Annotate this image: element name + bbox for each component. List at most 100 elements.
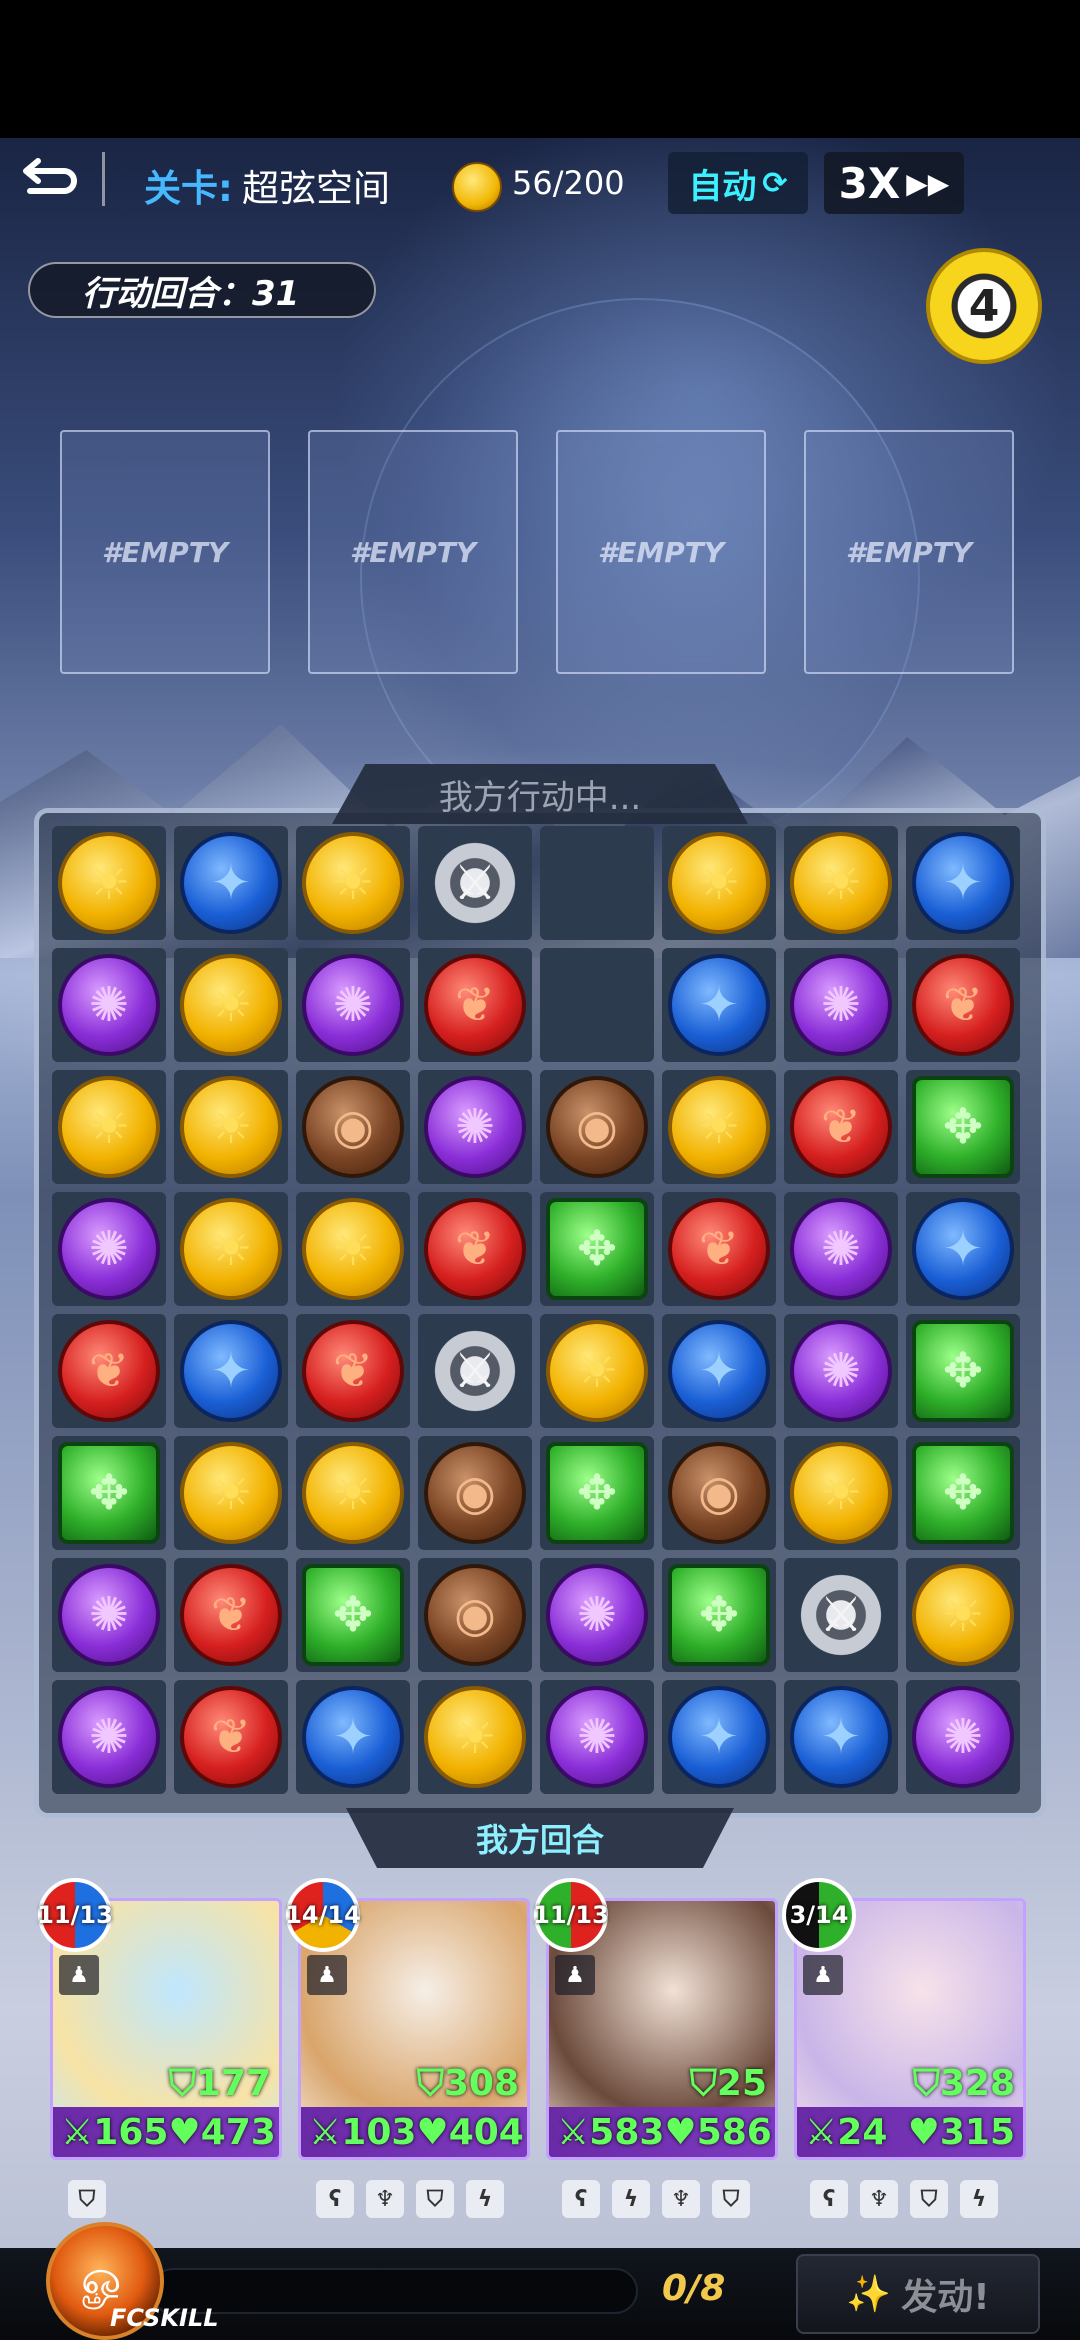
wind-gem-icon[interactable]: ✺: [302, 954, 404, 1056]
auto-label: 自动: [688, 166, 757, 207]
fc-skill-progress-bar: [150, 2268, 638, 2314]
wind-gem-icon[interactable]: ✺: [58, 1686, 160, 1788]
sun-gem-icon[interactable]: ☀: [58, 832, 160, 934]
wind-gem-icon[interactable]: ✺: [912, 1686, 1014, 1788]
hp-value: ♥473: [168, 2111, 276, 2153]
water-gem-icon[interactable]: ✦: [668, 1320, 770, 1422]
fire-gem-icon[interactable]: ❦: [302, 1320, 404, 1422]
wind-gem-icon[interactable]: ✺: [58, 954, 160, 1056]
sun-gem-icon[interactable]: ☀: [668, 1076, 770, 1178]
sun-gem-icon[interactable]: ☀: [180, 954, 282, 1056]
leaf-gem-icon[interactable]: ✥: [302, 1564, 404, 1666]
leaf-gem-icon[interactable]: ✥: [58, 1442, 160, 1544]
sun-gem-icon[interactable]: ☀: [180, 1442, 282, 1544]
sun-gem-icon[interactable]: ☀: [302, 1442, 404, 1544]
wind-gem-icon[interactable]: ✺: [790, 954, 892, 1056]
leaf-gem-icon[interactable]: ✥: [912, 1442, 1014, 1544]
fast-forward-icon: ▶▶: [906, 166, 950, 200]
empty-slot-3[interactable]: #EMPTY: [556, 430, 766, 674]
coin-count: 56/200: [512, 164, 625, 202]
sun-gem-icon[interactable]: ☀: [668, 832, 770, 934]
role-icon: ♟: [803, 1955, 843, 1995]
sun-gem-icon[interactable]: ☀: [546, 1320, 648, 1422]
shield-icon: ⛉: [712, 2180, 750, 2218]
wind-gem-icon[interactable]: ✺: [58, 1564, 160, 1666]
back-button[interactable]: [20, 150, 88, 210]
fire-gem-icon[interactable]: ❦: [424, 1198, 526, 1300]
leaf-gem-icon[interactable]: ✥: [546, 1442, 648, 1544]
water-gem-icon[interactable]: ✦: [180, 832, 282, 934]
sun-gem-icon[interactable]: ☀: [302, 832, 404, 934]
leaf-gem-icon[interactable]: ✥: [668, 1564, 770, 1666]
sun-gem-icon[interactable]: ☀: [790, 832, 892, 934]
empty-slot-2[interactable]: #EMPTY: [308, 430, 518, 674]
fire-gem-icon[interactable]: ❦: [424, 954, 526, 1056]
board-cell[interactable]: [540, 948, 654, 1062]
role-icon: ♟: [59, 1955, 99, 1995]
attack-value: ⚔583: [557, 2111, 665, 2153]
role-icon: ♟: [307, 1955, 347, 1995]
attack-value: ⚔165: [61, 2111, 169, 2153]
fire-gem-icon[interactable]: ❦: [912, 954, 1014, 1056]
launch-button[interactable]: ✨ 发动!: [796, 2254, 1040, 2334]
launch-label: 发动!: [901, 2277, 990, 2318]
board-cell[interactable]: [540, 826, 654, 940]
wind-gem-icon[interactable]: ✺: [546, 1564, 648, 1666]
sword-gem-icon[interactable]: ⚔: [424, 832, 526, 934]
back-arrow-icon: [23, 158, 77, 194]
fire-gem-icon[interactable]: ❦: [180, 1686, 282, 1788]
water-gem-icon[interactable]: ✦: [668, 1686, 770, 1788]
fc-skill-label: FCSKILL: [110, 2304, 219, 2332]
leaf-gem-icon[interactable]: ✥: [912, 1320, 1014, 1422]
sun-gem-icon[interactable]: ☀: [180, 1076, 282, 1178]
sword-gem-icon[interactable]: ⚔: [424, 1320, 526, 1422]
defense-value: ⛉25: [689, 2063, 767, 2104]
leaf-gem-icon[interactable]: ✥: [912, 1076, 1014, 1178]
energy-badge: 11/13: [533, 1878, 609, 1952]
empty-slot-4[interactable]: #EMPTY: [804, 430, 1014, 674]
fire-gem-icon[interactable]: ❦: [180, 1564, 282, 1666]
water-gem-icon[interactable]: ✦: [180, 1320, 282, 1422]
attack-value: ⚔24: [805, 2111, 888, 2153]
lightning-icon: ϟ: [612, 2180, 650, 2218]
earth-gem-icon[interactable]: ◉: [668, 1442, 770, 1544]
wind-gem-icon[interactable]: ✺: [790, 1320, 892, 1422]
sun-gem-icon[interactable]: ☀: [790, 1442, 892, 1544]
sun-gem-icon[interactable]: ☀: [912, 1564, 1014, 1666]
grid-menu-button[interactable]: [994, 152, 1054, 212]
leaf-gem-icon[interactable]: ✥: [546, 1198, 648, 1300]
water-gem-icon[interactable]: ✦: [790, 1686, 892, 1788]
fire-swirl-icon: ௐ: [81, 2250, 129, 2306]
sun-gem-icon[interactable]: ☀: [58, 1076, 160, 1178]
earth-gem-icon[interactable]: ◉: [302, 1076, 404, 1178]
fire-gem-icon[interactable]: ❦: [58, 1320, 160, 1422]
sun-gem-icon[interactable]: ☀: [424, 1686, 526, 1788]
coin-icon: [452, 162, 502, 212]
fire-gem-icon[interactable]: ❦: [790, 1076, 892, 1178]
earth-gem-icon[interactable]: ◉: [424, 1442, 526, 1544]
our-turn-banner: 我方回合: [346, 1808, 734, 1868]
sun-gem-icon[interactable]: ☀: [180, 1198, 282, 1300]
water-gem-icon[interactable]: ✦: [668, 954, 770, 1056]
wind-gem-icon[interactable]: ✺: [790, 1198, 892, 1300]
bear-icon: ʕ: [316, 2180, 354, 2218]
defense-value: ⛉308: [416, 2063, 519, 2104]
wind-gem-icon[interactable]: ✺: [58, 1198, 160, 1300]
energy-badge: 14/14: [285, 1878, 361, 1952]
auto-button[interactable]: 自动 ⟳: [668, 152, 808, 214]
earth-gem-icon[interactable]: ◉: [424, 1564, 526, 1666]
water-gem-icon[interactable]: ✦: [912, 832, 1014, 934]
sun-gem-icon[interactable]: ☀: [302, 1198, 404, 1300]
status-bar-area: [0, 0, 1080, 138]
wind-gem-icon[interactable]: ✺: [546, 1686, 648, 1788]
water-gem-icon[interactable]: ✦: [302, 1686, 404, 1788]
speed-label: 3X: [838, 158, 901, 208]
speed-button[interactable]: 3X ▶▶: [824, 152, 964, 214]
earth-gem-icon[interactable]: ◉: [546, 1076, 648, 1178]
sword-gem-icon[interactable]: ⚔: [790, 1564, 892, 1666]
wind-gem-icon[interactable]: ✺: [424, 1076, 526, 1178]
wing-icon: ♆: [860, 2180, 898, 2218]
empty-slot-1[interactable]: #EMPTY: [60, 430, 270, 674]
water-gem-icon[interactable]: ✦: [912, 1198, 1014, 1300]
fire-gem-icon[interactable]: ❦: [668, 1198, 770, 1300]
